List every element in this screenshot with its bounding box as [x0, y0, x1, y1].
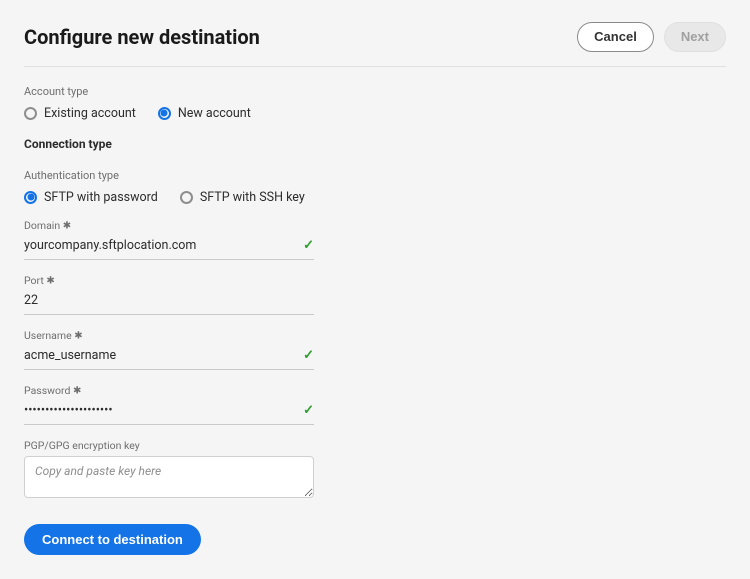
pgp-field-group: PGP/GPG encryption key [24, 439, 314, 502]
radio-label: SFTP with SSH key [200, 190, 305, 205]
connect-row: Connect to destination [24, 524, 726, 555]
password-input[interactable] [24, 401, 297, 420]
radio-existing-account[interactable]: Existing account [24, 106, 136, 121]
pgp-textarea[interactable] [24, 456, 314, 498]
username-label: Username ✱ [24, 329, 314, 342]
radio-icon [158, 107, 171, 120]
radio-label: New account [178, 106, 251, 121]
port-input-wrap [24, 291, 314, 315]
username-input[interactable] [24, 346, 297, 365]
authentication-type-label: Authentication type [24, 169, 726, 182]
checkmark-icon: ✓ [303, 348, 314, 363]
domain-input-wrap: ✓ [24, 236, 314, 260]
domain-input[interactable] [24, 236, 297, 255]
connect-to-destination-button[interactable]: Connect to destination [24, 524, 201, 555]
account-type-label: Account type [24, 85, 726, 98]
page-header: Configure new destination Cancel Next [24, 22, 726, 67]
radio-sftp-ssh-key[interactable]: SFTP with SSH key [180, 190, 305, 205]
domain-label-text: Domain [24, 219, 60, 232]
username-label-text: Username [24, 329, 72, 342]
port-input[interactable] [24, 291, 314, 310]
username-input-wrap: ✓ [24, 346, 314, 370]
radio-icon [180, 191, 193, 204]
port-label-text: Port [24, 274, 44, 287]
radio-sftp-password[interactable]: SFTP with password [24, 190, 158, 205]
radio-icon [24, 107, 37, 120]
radio-icon [24, 191, 37, 204]
domain-label: Domain ✱ [24, 219, 314, 232]
page-title: Configure new destination [24, 25, 260, 49]
authentication-type-radio-group: SFTP with password SFTP with SSH key [24, 190, 726, 205]
pgp-label: PGP/GPG encryption key [24, 439, 314, 452]
cancel-button[interactable]: Cancel [577, 22, 654, 52]
checkmark-icon: ✓ [303, 403, 314, 418]
password-field-group: Password ✱ ✓ [24, 384, 314, 425]
port-label: Port ✱ [24, 274, 314, 287]
required-star-icon: ✱ [46, 275, 54, 286]
password-label-text: Password [24, 384, 70, 397]
next-button[interactable]: Next [664, 22, 726, 52]
radio-label: Existing account [44, 106, 136, 121]
account-type-radio-group: Existing account New account [24, 106, 726, 121]
account-type-section: Account type Existing account New accoun… [24, 85, 726, 121]
authentication-type-section: Authentication type SFTP with password S… [24, 169, 726, 205]
required-star-icon: ✱ [73, 385, 81, 396]
radio-new-account[interactable]: New account [158, 106, 251, 121]
connection-type-heading: Connection type [24, 137, 726, 151]
domain-field-group: Domain ✱ ✓ [24, 219, 314, 260]
required-star-icon: ✱ [74, 330, 82, 341]
required-star-icon: ✱ [63, 220, 71, 231]
password-label: Password ✱ [24, 384, 314, 397]
radio-label: SFTP with password [44, 190, 158, 205]
header-actions: Cancel Next [577, 22, 726, 52]
port-field-group: Port ✱ [24, 274, 314, 315]
password-input-wrap: ✓ [24, 401, 314, 425]
checkmark-icon: ✓ [303, 238, 314, 253]
username-field-group: Username ✱ ✓ [24, 329, 314, 370]
